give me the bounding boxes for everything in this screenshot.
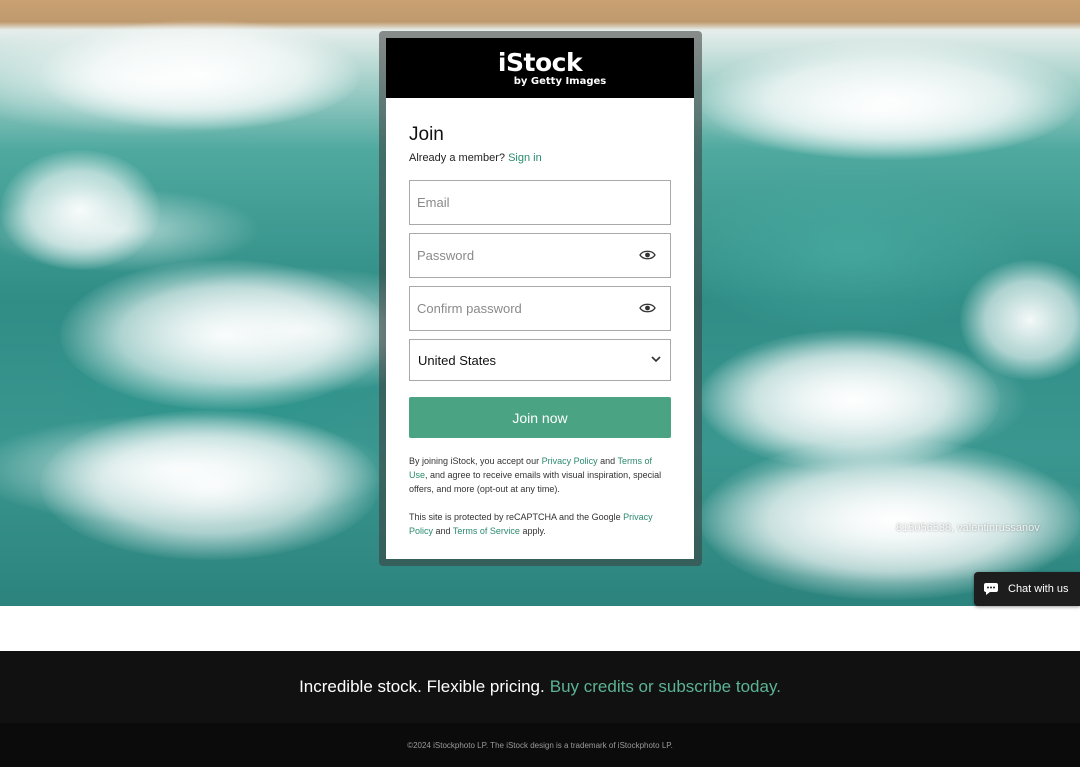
- chat-with-us-button[interactable]: Chat with us: [974, 572, 1080, 606]
- email-input[interactable]: [417, 195, 617, 210]
- chat-bubble-icon: [984, 583, 998, 595]
- photo-credit: 815056538, valentinrussanov: [896, 522, 1040, 534]
- join-now-button[interactable]: Join now: [409, 397, 671, 438]
- footer-promo-band: Incredible stock. Flexible pricing. Buy …: [0, 651, 1080, 723]
- show-password-icon[interactable]: [639, 249, 656, 261]
- confirm-password-input[interactable]: [417, 301, 617, 316]
- page-title: Join: [409, 124, 444, 145]
- buy-credits-link[interactable]: Buy credits or subscribe today.: [550, 677, 781, 697]
- country-select[interactable]: United States: [409, 339, 671, 381]
- legal-text-3: , and agree to receive emails with visua…: [409, 470, 662, 494]
- recaptcha-text-1: This site is protected by reCAPTCHA and …: [409, 512, 621, 522]
- member-prompt-text: Already a member?: [409, 152, 505, 164]
- country-select-value: United States: [418, 352, 497, 368]
- istock-logo: iStock: [497, 47, 583, 77]
- recaptcha-text-2: and: [435, 526, 451, 536]
- modal-header: iStock by Getty Images: [386, 38, 694, 98]
- member-prompt: Already a member? Sign in: [409, 152, 671, 164]
- show-confirm-password-icon[interactable]: [639, 302, 656, 314]
- google-terms-of-service-link[interactable]: Terms of Service: [453, 526, 520, 536]
- getty-images-logo: by Getty Images: [513, 75, 607, 87]
- chevron-down-icon: [651, 356, 661, 363]
- copyright-notice: ©2024 iStockphoto LP. The iStock design …: [0, 723, 1080, 767]
- password-field[interactable]: [409, 233, 671, 278]
- confirm-password-field[interactable]: [409, 286, 671, 331]
- legal-text-1: By joining iStock, you accept our: [409, 456, 540, 466]
- legal-text-2: and: [600, 456, 616, 466]
- email-field[interactable]: [409, 180, 671, 225]
- promo-text: Incredible stock. Flexible pricing.: [299, 677, 545, 696]
- join-form: Join Already a member? Sign in United St…: [386, 98, 694, 538]
- sign-in-link[interactable]: Sign in: [508, 152, 542, 164]
- chat-label: Chat with us: [1008, 583, 1069, 595]
- recaptcha-text-3: apply.: [522, 526, 546, 536]
- join-modal: iStock by Getty Images Join Already a me…: [386, 38, 694, 559]
- legal-notice: By joining iStock, you accept our Privac…: [409, 454, 671, 496]
- recaptcha-notice: This site is protected by reCAPTCHA and …: [409, 510, 671, 538]
- privacy-policy-link[interactable]: Privacy Policy: [542, 456, 598, 466]
- password-input[interactable]: [417, 248, 617, 263]
